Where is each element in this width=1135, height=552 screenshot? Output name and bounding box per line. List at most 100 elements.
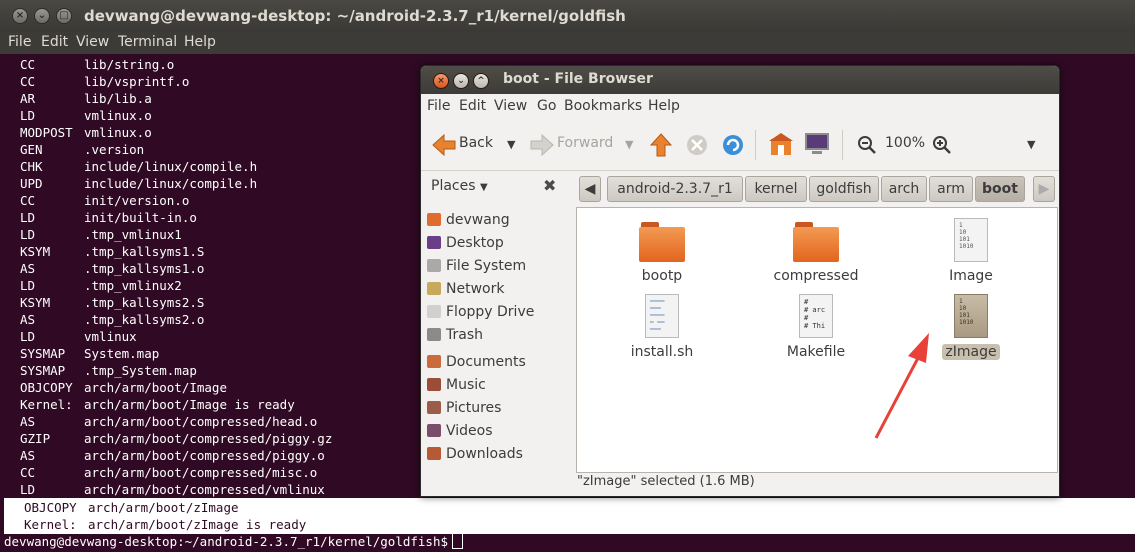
minimize-icon[interactable]: ⌄ bbox=[34, 8, 50, 24]
terminal-line: CC init/version.o bbox=[20, 193, 190, 208]
file-item-compressed[interactable]: compressed bbox=[751, 222, 881, 284]
file-item-zimage[interactable]: 1 10 101 1010 zImage bbox=[906, 294, 1036, 360]
binary-file-icon: 1 10 101 1010 bbox=[954, 294, 988, 338]
terminal-line: OBJCOPY arch/arm/boot/Image bbox=[20, 380, 227, 395]
script-file-icon: ━━━━ ═══ ━━━━ ═ ══ ━━━ bbox=[645, 294, 679, 338]
terminal-line: SYSMAP .tmp_System.map bbox=[20, 363, 197, 378]
menu-terminal[interactable]: Terminal bbox=[118, 34, 177, 50]
maximize-icon[interactable]: ^ bbox=[473, 73, 489, 89]
forward-button[interactable]: Forward bbox=[529, 130, 629, 160]
terminal-line: CC lib/string.o bbox=[20, 57, 175, 72]
arrow-right-icon bbox=[530, 133, 554, 157]
home-icon[interactable] bbox=[768, 133, 794, 157]
menu-view[interactable]: View bbox=[76, 34, 109, 50]
terminal-line: UPD include/linux/compile.h bbox=[20, 176, 258, 191]
sidebar-item-trash[interactable]: Trash bbox=[427, 325, 483, 345]
network-icon bbox=[427, 282, 441, 295]
breadcrumb-item[interactable]: kernel bbox=[745, 176, 807, 202]
file-item-bootp[interactable]: bootp bbox=[597, 222, 727, 284]
text-cursor bbox=[452, 533, 464, 549]
terminal-line: LD init/built-in.o bbox=[20, 210, 197, 225]
maximize-icon[interactable]: □ bbox=[56, 8, 72, 24]
sidebar-item-documents[interactable]: Documents bbox=[427, 352, 526, 372]
menu-edit[interactable]: Edit bbox=[41, 34, 68, 50]
arrow-up-icon[interactable] bbox=[649, 132, 673, 158]
harddisk-icon bbox=[427, 259, 441, 272]
sidebar-item-downloads[interactable]: Downloads bbox=[427, 444, 523, 464]
menu-bookmarks[interactable]: Bookmarks bbox=[564, 98, 642, 114]
sidebar-item-network[interactable]: Network bbox=[427, 279, 504, 299]
breadcrumb-item[interactable]: arch bbox=[881, 176, 927, 202]
terminal-line: SYSMAP System.map bbox=[20, 346, 160, 361]
breadcrumb-item-current[interactable]: boot bbox=[975, 176, 1025, 202]
terminal-line: LD .tmp_vmlinux2 bbox=[20, 278, 182, 293]
trash-icon bbox=[427, 328, 441, 341]
minimize-icon[interactable]: ⌄ bbox=[453, 73, 469, 89]
terminal-line: CC lib/vsprintf.o bbox=[20, 74, 190, 89]
menu-help[interactable]: Help bbox=[184, 34, 216, 50]
file-item-makefile[interactable]: # # arc # # Thi Makefile bbox=[751, 294, 881, 360]
menu-go[interactable]: Go bbox=[537, 98, 556, 114]
terminal-line: CC arch/arm/boot/compressed/misc.o bbox=[20, 465, 318, 480]
sidebar-item-label: Music bbox=[446, 377, 486, 393]
file-item-install-sh[interactable]: ━━━━ ═══ ━━━━ ═ ══ ━━━ install.sh bbox=[597, 294, 727, 360]
terminal-line: LD vmlinux.o bbox=[20, 108, 152, 123]
folder-icon bbox=[793, 222, 839, 262]
shell-prompt[interactable]: devwang@devwang-desktop:~/android-2.3.7_… bbox=[4, 533, 464, 550]
sidebar-item-music[interactable]: Music bbox=[427, 375, 486, 395]
terminal-line: AR lib/lib.a bbox=[20, 91, 152, 106]
stop-icon[interactable] bbox=[685, 133, 709, 157]
breadcrumb-scroll-right[interactable]: ▶ bbox=[1033, 176, 1055, 202]
terminal-line: KSYM .tmp_kallsyms1.S bbox=[20, 244, 205, 259]
sidebar-item-pictures[interactable]: Pictures bbox=[427, 398, 501, 418]
sidebar-item-file-system[interactable]: File System bbox=[427, 256, 526, 276]
makefile-icon: # # arc # # Thi bbox=[799, 294, 833, 338]
file-browser-window: × ⌄ ^ boot - File Browser File Edit View… bbox=[420, 65, 1060, 497]
breadcrumb-item[interactable]: arm bbox=[929, 176, 973, 202]
toolbar-overflow-icon[interactable]: ▼ bbox=[1027, 138, 1035, 151]
close-icon[interactable]: × bbox=[12, 8, 28, 24]
breadcrumb-item[interactable]: android-2.3.7_r1 bbox=[607, 176, 743, 202]
toolbar-separator bbox=[842, 130, 843, 160]
toolbar-separator bbox=[755, 130, 756, 160]
terminal-line: LD .tmp_vmlinux1 bbox=[20, 227, 182, 242]
file-browser-title: boot - File Browser bbox=[503, 71, 653, 87]
menu-file[interactable]: File bbox=[8, 34, 31, 50]
reload-icon[interactable] bbox=[721, 133, 745, 157]
sidebar-item-floppy-drive[interactable]: Floppy Drive bbox=[427, 302, 534, 322]
file-browser-toolbar: Back ▼ Forward ▼ 100% ▼ bbox=[421, 118, 1059, 171]
zoom-out-icon[interactable] bbox=[857, 135, 877, 155]
sidebar-item-label: devwang bbox=[446, 212, 510, 228]
sidebar-item-videos[interactable]: Videos bbox=[427, 421, 493, 441]
breadcrumb-item[interactable]: goldfish bbox=[809, 176, 879, 202]
breadcrumb-scroll-left[interactable]: ◀ bbox=[579, 176, 601, 202]
file-item-image[interactable]: 1 10 101 1010 Image bbox=[906, 218, 1036, 284]
menu-edit[interactable]: Edit bbox=[459, 98, 486, 114]
sidebar-item-desktop[interactable]: Desktop bbox=[427, 233, 504, 253]
sidebar-item-label: Trash bbox=[446, 327, 483, 343]
forward-dropdown-icon[interactable]: ▼ bbox=[625, 138, 633, 151]
folder-downloads-icon bbox=[427, 447, 441, 460]
close-icon[interactable]: × bbox=[433, 73, 449, 89]
file-icon-view[interactable]: bootp compressed 1 10 101 1010 Image ━━━… bbox=[576, 207, 1058, 473]
sidebar-item-devwang[interactable]: devwang bbox=[427, 210, 510, 230]
sidebar-item-label: Videos bbox=[446, 423, 493, 439]
terminal-line: MODPOST vmlinux.o bbox=[20, 125, 152, 140]
back-dropdown-icon[interactable]: ▼ bbox=[507, 138, 515, 151]
terminal-line: LD vmlinux bbox=[20, 329, 137, 344]
terminal-line: AS .tmp_kallsyms1.o bbox=[20, 261, 205, 276]
sidebar-item-label: Floppy Drive bbox=[446, 304, 535, 320]
menu-view[interactable]: View bbox=[494, 98, 527, 114]
folder-videos-icon bbox=[427, 424, 441, 437]
terminal-title: devwang@devwang-desktop: ~/android-2.3.7… bbox=[84, 7, 626, 25]
terminal-line: OBJCOPY arch/arm/boot/zImage bbox=[24, 500, 239, 515]
places-sidebar: devwang Desktop File System Network Floppy D… bbox=[421, 206, 573, 496]
terminal-titlebar: × ⌄ □ devwang@devwang-desktop: ~/android… bbox=[0, 0, 1135, 32]
status-bar: "zImage" selected (1.6 MB) bbox=[577, 474, 755, 489]
sidebar-item-label: Network bbox=[446, 281, 505, 297]
menu-help[interactable]: Help bbox=[648, 98, 680, 114]
menu-file[interactable]: File bbox=[427, 98, 450, 114]
terminal-line: AS arch/arm/boot/compressed/head.o bbox=[20, 414, 318, 429]
zoom-in-icon[interactable] bbox=[932, 135, 952, 155]
computer-icon[interactable] bbox=[804, 132, 830, 156]
